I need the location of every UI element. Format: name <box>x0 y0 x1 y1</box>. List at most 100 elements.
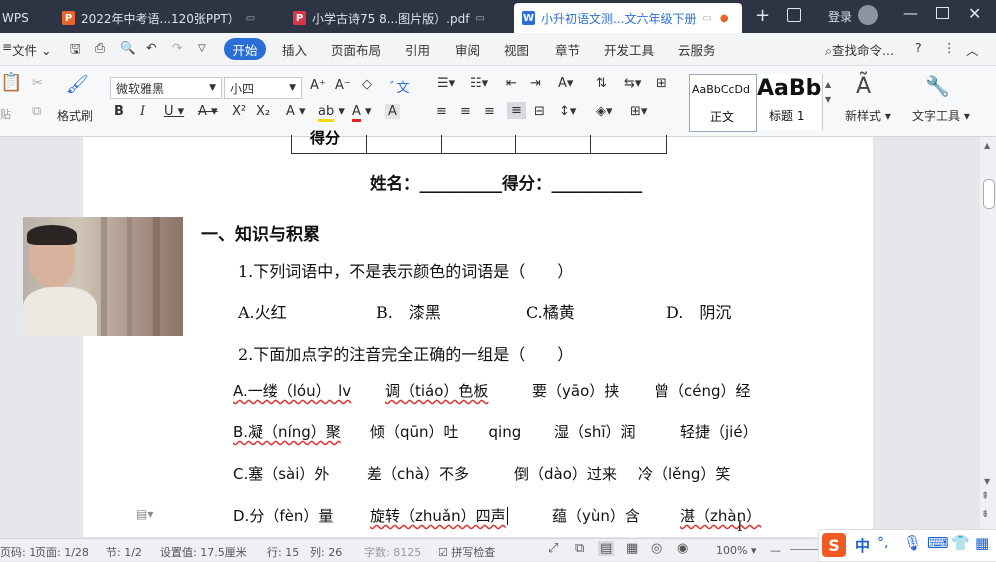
bullets-icon[interactable]: ☰▾ <box>437 76 455 91</box>
numbering-icon[interactable]: ☷▾ <box>470 76 488 91</box>
bold-icon[interactable]: B <box>114 104 124 119</box>
grow-font-icon[interactable]: A⁺ <box>310 78 326 93</box>
tab-cloud[interactable]: 云服务 <box>678 40 716 59</box>
minimize-icon[interactable]: — <box>903 4 918 22</box>
new-style-button[interactable]: 新样式 ▾ <box>845 107 891 124</box>
outline-view-icon[interactable]: ⧉ <box>575 541 584 556</box>
style-heading1[interactable]: AaBb 标题 1 <box>757 74 821 130</box>
scroll-thumb[interactable] <box>983 179 995 209</box>
status-column[interactable]: 列: 26 <box>310 544 342 560</box>
page-view-icon[interactable]: ▤ <box>598 541 615 556</box>
login-link[interactable]: 登录 <box>828 8 852 25</box>
document-options-icon[interactable]: ▤▾ <box>136 507 153 521</box>
zoom-slider[interactable] <box>790 549 820 550</box>
subscript-icon[interactable]: X₂ <box>256 104 270 119</box>
new-style-icon[interactable]: A͂ <box>856 74 871 99</box>
close-icon[interactable]: ✕ <box>968 4 981 23</box>
sort-icon[interactable]: ⇅ <box>596 76 607 91</box>
vertical-scrollbar[interactable]: ▲ ▼ ⇞ ⇟ <box>980 137 996 538</box>
zoom-level[interactable]: 100% ▾ <box>716 544 756 557</box>
scroll-up-icon[interactable]: ▲ <box>984 141 990 150</box>
tab-review[interactable]: 审阅 <box>455 40 480 59</box>
status-setting[interactable]: 设置值: 17.5厘米 <box>160 544 247 560</box>
underline-icon[interactable]: U ▾ <box>164 104 184 119</box>
text-effect-icon[interactable]: A ▾ <box>286 104 306 119</box>
fullscreen-icon[interactable]: ⤢ <box>548 541 558 556</box>
line-spacing-icon[interactable]: ↕▾ <box>559 104 576 119</box>
sogou-logo-icon[interactable]: S <box>822 533 846 557</box>
status-word-count[interactable]: 字数: 8125 <box>364 544 421 560</box>
clear-format-icon[interactable]: ◇ <box>362 77 372 92</box>
tab-wps-home[interactable]: WPS <box>0 3 50 33</box>
new-tab-icon[interactable]: + <box>755 5 770 26</box>
decrease-indent-icon[interactable]: ⇤ <box>506 76 517 91</box>
keyboard-icon[interactable]: ⌨ <box>927 534 949 552</box>
tab-pdf[interactable]: P 小学古诗75 8...图片版）.pdf ▭ <box>285 3 510 33</box>
tab-list-icon[interactable] <box>787 8 801 22</box>
superscript-icon[interactable]: X² <box>232 104 246 119</box>
more-icon[interactable]: ⋮ <box>943 40 956 55</box>
table-grid-icon[interactable]: ⊞ <box>656 76 667 91</box>
status-row[interactable]: 行: 15 <box>267 544 299 560</box>
skin-icon[interactable]: 👕 <box>951 534 970 552</box>
hamburger-icon[interactable]: ≡ <box>2 40 12 54</box>
ime-language[interactable]: 中 <box>855 535 870 556</box>
eye-protection-icon[interactable]: ◉ <box>677 541 688 556</box>
tab-doc-active[interactable]: W 小升初语文测...文六年级下册 ▭ ● <box>514 3 742 33</box>
increase-indent-icon[interactable]: ⇥ <box>530 76 541 91</box>
tab-developer[interactable]: 开发工具 <box>604 40 654 59</box>
file-menu[interactable]: 文件 ⌄ <box>12 40 51 59</box>
spell-check[interactable]: ☑ 拼写检查 <box>438 544 495 560</box>
scroll-down-icon[interactable]: ▼ <box>984 477 990 486</box>
copy-icon[interactable]: ⧉ <box>32 104 41 119</box>
microphone-icon[interactable]: 🎙 <box>903 534 922 552</box>
document-page[interactable]: 得分 姓名：__________得分：___________ 一、知识与积累 1… <box>83 129 873 537</box>
read-view-icon[interactable]: ▦ <box>626 541 638 556</box>
show-marks-icon[interactable]: ⇆▾ <box>624 76 641 91</box>
avatar-icon[interactable] <box>858 5 878 25</box>
status-page-number[interactable]: 页码: 1 <box>0 544 36 560</box>
toolbox-icon[interactable]: ▦ <box>975 534 989 552</box>
punctuation-icon[interactable]: °, <box>877 535 888 551</box>
status-page[interactable]: 页面: 1/28 <box>35 544 89 560</box>
style-normal[interactable]: AaBbCcDd 正文 <box>689 74 757 132</box>
font-name-select[interactable]: 微软雅黑 ▼ <box>110 77 222 99</box>
paste-icon[interactable]: 📋 <box>0 72 22 93</box>
font-size-select[interactable]: 小四 ▼ <box>224 77 302 99</box>
print-icon[interactable]: ⎙ <box>95 40 105 56</box>
highlight-icon[interactable]: ab ▾ <box>318 104 345 122</box>
tab-chapter[interactable]: 章节 <box>555 40 580 59</box>
italic-icon[interactable]: I <box>140 104 145 119</box>
distributed-icon[interactable]: ⊟ <box>534 104 545 119</box>
search-command[interactable]: ⌕查找命令... <box>825 40 894 59</box>
font-color-icon[interactable]: A ▾ <box>352 104 372 122</box>
text-tools-button[interactable]: 文字工具 ▾ <box>912 107 970 124</box>
tab-references[interactable]: 引用 <box>405 40 430 59</box>
help-icon[interactable]: ? <box>915 40 922 55</box>
chinese-layout-icon[interactable]: A▾ <box>558 76 573 91</box>
next-page-icon[interactable]: ⇟ <box>981 509 989 520</box>
styles-scroll[interactable]: ▲ ▼ <box>822 74 835 130</box>
strikethrough-icon[interactable]: A ▾ <box>198 104 218 119</box>
borders-icon[interactable]: ⊞▾ <box>630 104 647 119</box>
web-view-icon[interactable]: ◎ <box>651 541 662 556</box>
restore-icon[interactable] <box>936 7 949 19</box>
undo-icon[interactable]: ↶ <box>146 40 156 55</box>
zoom-out-icon[interactable]: — <box>770 544 781 557</box>
quick-access-dropdown-icon[interactable]: ▽ <box>198 43 206 54</box>
align-center-icon[interactable]: ≡ <box>460 104 471 119</box>
redo-icon[interactable]: ↷ <box>172 40 182 55</box>
shrink-font-icon[interactable]: A⁻ <box>335 78 351 93</box>
tab-ppt[interactable]: P 2022年中考语...120张PPT） ▭ <box>54 3 280 33</box>
collapse-ribbon-icon[interactable]: ︿ <box>966 40 979 59</box>
format-painter-icon[interactable]: 🖌 <box>66 74 89 95</box>
tab-view[interactable]: 视图 <box>504 40 529 59</box>
wrench-icon[interactable]: 🔧 <box>925 74 950 98</box>
prev-page-icon[interactable]: ⇞ <box>981 491 989 502</box>
tab-insert[interactable]: 插入 <box>282 40 307 59</box>
char-shading-icon[interactable]: A <box>385 104 400 119</box>
status-section[interactable]: 节: 1/2 <box>106 544 142 560</box>
cut-icon[interactable]: ✂ <box>32 76 43 91</box>
tab-home[interactable]: 开始 <box>224 38 266 60</box>
align-left-icon[interactable]: ≡ <box>436 104 447 119</box>
